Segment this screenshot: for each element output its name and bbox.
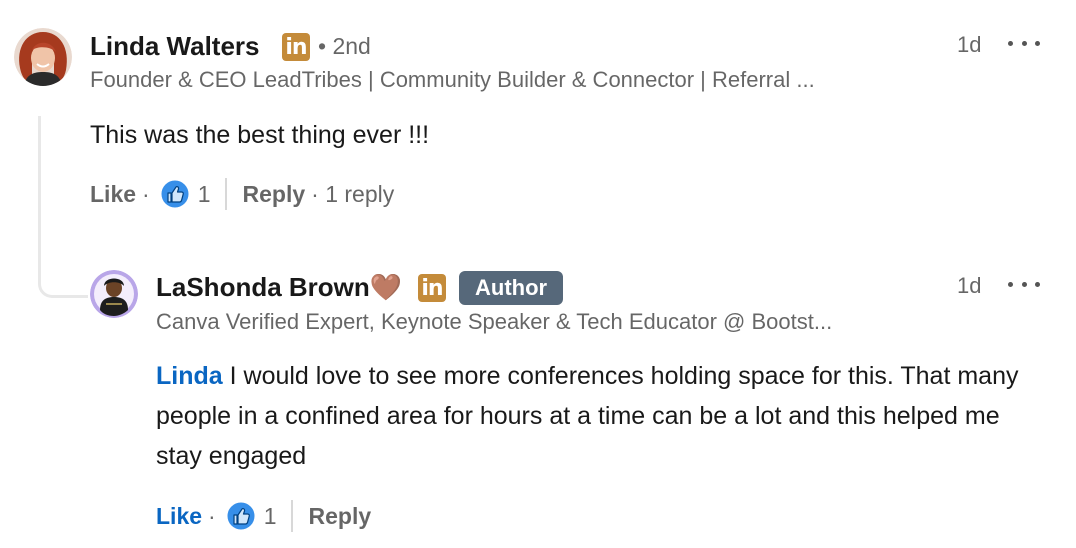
separator-dot: · xyxy=(142,180,150,207)
comment-actions: Like · 1 Reply · 1 reply xyxy=(90,178,394,210)
commenter-avatar[interactable] xyxy=(14,28,72,86)
author-badge: Author xyxy=(459,271,564,305)
comment-text: This was the best thing ever !!! xyxy=(90,121,430,149)
like-button[interactable]: Like xyxy=(90,181,136,208)
reply-button[interactable]: Reply xyxy=(309,503,372,530)
reply-actions: Like · 1 Reply xyxy=(156,500,371,532)
thumbs-up-reaction-icon[interactable] xyxy=(226,501,256,531)
reply-author-avatar[interactable] xyxy=(90,270,138,318)
reply-text-body: I would love to see more conferences hol… xyxy=(156,362,1019,470)
reply-timestamp: 1d xyxy=(957,273,982,298)
connection-degree: • 2nd xyxy=(318,33,371,59)
reply-count-link[interactable]: · 1 reply xyxy=(311,181,394,208)
more-options-icon[interactable] xyxy=(1008,33,1040,53)
linkedin-icon: in xyxy=(282,33,310,61)
linkedin-icon: in xyxy=(418,274,446,302)
like-button[interactable]: Like xyxy=(156,503,202,530)
commenter-headline: Founder & CEO LeadTribes | Community Bui… xyxy=(90,67,815,92)
commenter-name[interactable]: Linda Walters xyxy=(90,31,260,62)
more-options-icon[interactable] xyxy=(1008,274,1040,294)
thumbs-up-reaction-icon[interactable] xyxy=(160,179,190,209)
action-divider xyxy=(290,500,293,532)
thread-connector-line xyxy=(38,116,88,298)
reply-button[interactable]: Reply xyxy=(243,181,306,208)
reply-text: Linda I would love to see more conferenc… xyxy=(156,356,1036,476)
comment-timestamp: 1d xyxy=(957,32,982,57)
action-divider xyxy=(224,178,227,210)
reply-author-name[interactable]: LaShonda Brown🤎 xyxy=(156,272,402,303)
reaction-count[interactable]: 1 xyxy=(264,503,277,530)
mention-link[interactable]: Linda xyxy=(156,362,223,390)
reaction-count[interactable]: 1 xyxy=(198,181,211,208)
reply-author-headline: Canva Verified Expert, Keynote Speaker &… xyxy=(156,309,833,334)
separator-dot: · xyxy=(208,502,216,529)
